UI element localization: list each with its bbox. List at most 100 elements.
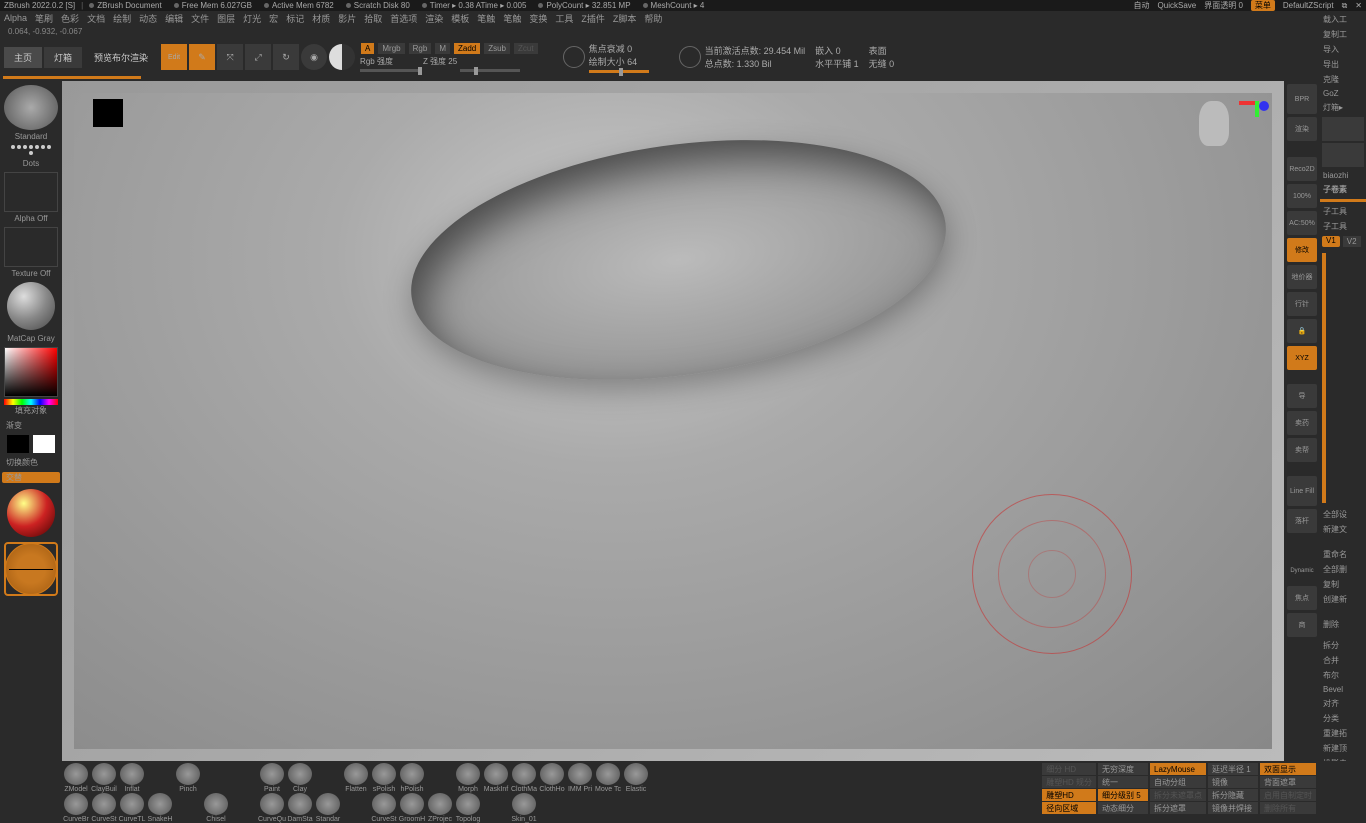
menu-preferences[interactable]: 首选项 — [390, 12, 417, 25]
classify[interactable]: 分类 — [1320, 711, 1366, 726]
default-zscript[interactable]: DefaultZScript — [1283, 1, 1334, 10]
render-button[interactable]: 渲染 — [1287, 117, 1317, 141]
split-masked[interactable]: 拆分遮罩 — [1150, 802, 1206, 814]
bevel[interactable]: Bevel — [1320, 683, 1366, 696]
align[interactable]: 对齐 — [1320, 696, 1366, 711]
split[interactable]: 拆分 — [1320, 638, 1366, 653]
drop-button[interactable]: 落杆 — [1287, 509, 1317, 533]
menu-brush[interactable]: 笔刷 — [35, 12, 53, 25]
auto-group[interactable]: 自动分组 — [1150, 776, 1206, 788]
unify[interactable]: 统一 — [1098, 776, 1148, 788]
line-fill-button[interactable]: Line Fill — [1287, 476, 1317, 506]
menu-document[interactable]: 文档 — [87, 12, 105, 25]
gradient-label[interactable]: 渐变 — [2, 420, 60, 431]
model-view[interactable] — [74, 93, 1272, 749]
menu-stroke[interactable]: 笔触 — [477, 12, 495, 25]
menu-zplugin[interactable]: Z插件 — [581, 12, 605, 25]
xyz-button[interactable]: XYZ — [1287, 346, 1317, 370]
zoom-100-button[interactable]: 100% — [1287, 184, 1317, 208]
edit-toggle[interactable]: 修改 — [1287, 238, 1317, 262]
embed-label[interactable]: 嵌入 0 — [815, 44, 859, 57]
restore-icon[interactable]: ⧉ — [1342, 1, 1348, 11]
menu-color[interactable]: 色彩 — [61, 12, 79, 25]
misc-button[interactable]: 商 — [1287, 613, 1317, 637]
a-button[interactable]: A — [361, 43, 374, 54]
brush-maskinf[interactable]: MaskInf — [482, 763, 510, 793]
draw-size-label[interactable]: 绘制大小 64 — [589, 55, 649, 68]
draw-size-slider[interactable] — [589, 70, 649, 73]
create-new[interactable]: 创建新 — [1320, 592, 1366, 607]
texture-preview[interactable] — [4, 227, 58, 267]
new-file[interactable]: 新建文 — [1320, 522, 1366, 537]
lock-button[interactable]: 🔒 — [1287, 319, 1317, 343]
copy-tool[interactable]: 复制工 — [1320, 27, 1366, 42]
export-1-button[interactable]: 导 — [1287, 384, 1317, 408]
scale-mode-button[interactable]: ⤢ — [245, 44, 271, 70]
tab-lightbox[interactable]: 灯箱 — [44, 47, 82, 68]
material-preview[interactable] — [7, 282, 55, 330]
draw-mode-button[interactable]: ✎ — [189, 44, 215, 70]
brush-immpri[interactable]: IMM Pri — [566, 763, 594, 793]
menu-button[interactable]: 菜单 — [1251, 0, 1275, 11]
interface-transparency[interactable]: 界面透明 0 — [1204, 0, 1243, 11]
tool-thumbnail-1[interactable] — [1322, 117, 1364, 141]
gizmo-button[interactable]: ◉ — [301, 44, 327, 70]
color-picker[interactable] — [4, 347, 58, 397]
menu-dynamics[interactable]: 动态 — [139, 12, 157, 25]
zcut-button[interactable]: Zcut — [514, 43, 538, 54]
subtool-2[interactable]: 子工具 — [1320, 219, 1366, 234]
z-intensity-slider[interactable] — [460, 69, 520, 72]
menu-tool[interactable]: 工具 — [555, 12, 573, 25]
brush-movetc[interactable]: Move Tc — [594, 763, 622, 793]
brush-inflate[interactable]: Inflat — [118, 763, 146, 793]
render-preview[interactable] — [93, 99, 123, 127]
tab-preview[interactable]: 预览布尔渲染 — [84, 47, 158, 68]
backface-mask[interactable]: 背面遮罩 — [1260, 776, 1316, 788]
mirror-sphere[interactable] — [5, 543, 57, 595]
brush-paint[interactable]: Paint — [258, 763, 286, 793]
lazymouse-button[interactable]: LazyMouse — [1150, 763, 1206, 775]
quicksave-button[interactable]: QuickSave — [1158, 1, 1197, 10]
focal-icon[interactable] — [563, 46, 585, 68]
menu-render[interactable]: 渲染 — [425, 12, 443, 25]
fill-object-button[interactable]: 填充对象 — [2, 405, 60, 416]
camera-head-icon[interactable] — [1199, 101, 1229, 146]
menu-macro[interactable]: 宏 — [269, 12, 278, 25]
subtool-header[interactable]: 子卷素 — [1320, 182, 1366, 197]
surface-label[interactable]: 表面 — [869, 44, 895, 57]
sculpt-hd-button[interactable]: 雕塑HD — [1042, 789, 1096, 801]
brush-morph[interactable]: Morph — [454, 763, 482, 793]
fit-button[interactable]: 行针 — [1287, 292, 1317, 316]
focal-shift-label[interactable]: 焦点衰减 0 — [589, 42, 649, 55]
subdiv-level[interactable]: 细分级别 5 — [1098, 789, 1148, 801]
brush-elastic[interactable]: Elastic — [622, 763, 650, 793]
brush-clothmc[interactable]: ClothMa — [510, 763, 538, 793]
stroke-preview[interactable] — [11, 145, 51, 155]
lazy-radius[interactable]: 延迟半径 1 — [1208, 763, 1258, 775]
infinite-depth[interactable]: 无穷深度 — [1098, 763, 1148, 775]
sculpt-mesh[interactable] — [396, 109, 962, 411]
ac50-button[interactable]: AC:50% — [1287, 211, 1317, 235]
menu-light[interactable]: 灯光 — [243, 12, 261, 25]
new-vertex[interactable]: 新建顶 — [1320, 741, 1366, 756]
alpha-preview[interactable] — [4, 172, 58, 212]
subtool-scrollbar[interactable] — [1322, 253, 1326, 503]
dynamic-subdiv[interactable]: 动态细分 — [1098, 802, 1148, 814]
sculptris-button[interactable] — [329, 44, 355, 70]
mirror[interactable]: 镜像 — [1208, 776, 1258, 788]
brush-clothho[interactable]: ClothHo — [538, 763, 566, 793]
export-3-button[interactable]: 卖帮 — [1287, 438, 1317, 462]
menu-transform[interactable]: 变换 — [529, 12, 547, 25]
menu-layer[interactable]: 图层 — [217, 12, 235, 25]
zadd-button[interactable]: Zadd — [454, 43, 480, 54]
rgb-intensity-slider[interactable] — [360, 69, 420, 72]
move-mode-button[interactable]: ⤧ — [217, 44, 243, 70]
close-icon[interactable]: ✕ — [1355, 1, 1362, 10]
dynamic-icon[interactable] — [679, 46, 701, 68]
menu-texture[interactable]: 笔触 — [503, 12, 521, 25]
brush-hpolish[interactable]: hPolish — [398, 763, 426, 793]
export-2-button[interactable]: 卖药 — [1287, 411, 1317, 435]
zsub-button[interactable]: Zsub — [484, 43, 510, 54]
tool-thumbnail-2[interactable] — [1322, 143, 1364, 167]
brush-spolish[interactable]: sPolish — [370, 763, 398, 793]
